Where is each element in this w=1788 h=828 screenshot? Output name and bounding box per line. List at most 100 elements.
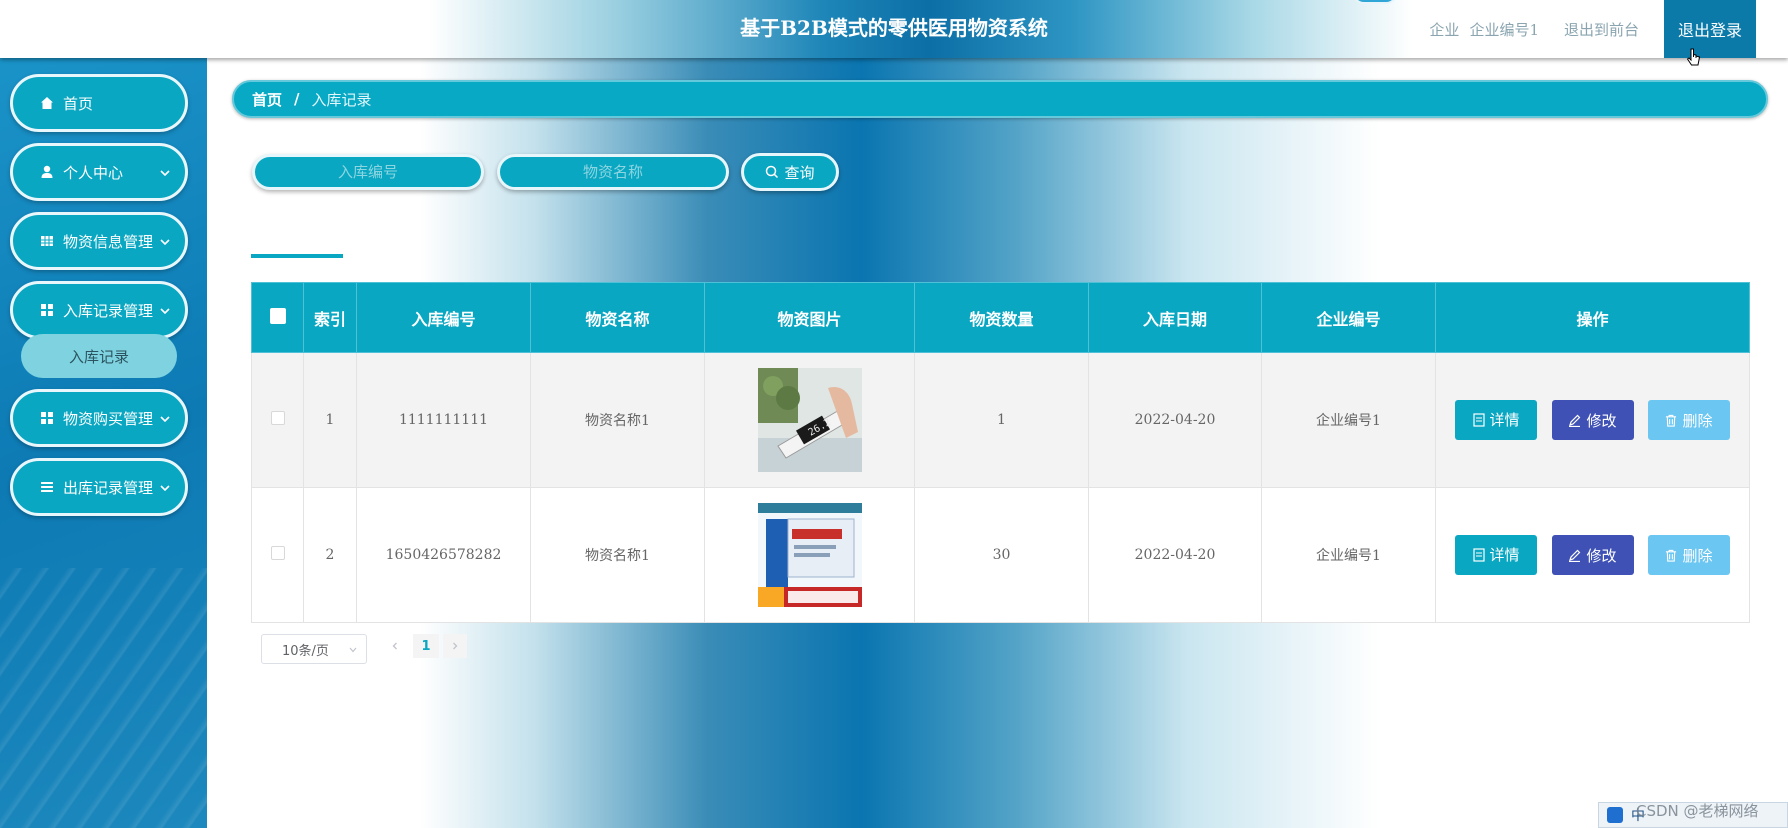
apps-icon <box>39 302 55 318</box>
cell-company: 企业编号1 <box>1261 352 1436 488</box>
user-icon <box>39 164 55 180</box>
column-header-company: 企业编号 <box>1261 282 1436 353</box>
cell-code: 1650426578282 <box>356 487 531 623</box>
sidebar-item-label: 个人中心 <box>63 163 124 182</box>
cell-quantity: 1 <box>914 352 1089 488</box>
row-checkbox[interactable] <box>270 411 285 425</box>
trash-icon <box>273 233 285 247</box>
sidebar-item-label: 入库记录管理 <box>63 301 154 320</box>
user-name: 企业编号1 <box>1469 20 1539 39</box>
cell-quantity: 30 <box>914 487 1089 623</box>
breadcrumb-current: 入库记录 <box>311 90 372 109</box>
column-header-quantity: 物资数量 <box>914 282 1089 353</box>
cell-actions: 详情 修改 删除 <box>1435 352 1750 488</box>
sidebar-item-purchase-management[interactable]: 物资购买管理 <box>10 389 188 447</box>
prev-page-button[interactable] <box>383 634 407 658</box>
detail-button-label: 详情 <box>1489 546 1520 565</box>
column-header-actions: 操作 <box>1435 282 1750 353</box>
cell-index: 1 <box>303 352 357 488</box>
document-icon <box>1472 548 1485 562</box>
watermark: CSDN @老梯网络 <box>1636 802 1759 820</box>
top-header: 基于B2B模式的零供医用物资系统 企业 企业编号1 退出到前台 退出登录 <box>0 0 1788 58</box>
sidebar-item-profile[interactable]: 个人中心 <box>10 143 188 201</box>
sidebar-item-home[interactable]: 首页 <box>10 74 188 132</box>
home-icon <box>39 95 55 111</box>
mouse-cursor-icon <box>1687 48 1701 66</box>
table-header-row: 索引 入库编号 物资名称 物资图片 物资数量 入库日期 企业编号 操作 <box>251 282 1750 353</box>
chevron-right-icon <box>453 642 458 650</box>
page-number-1[interactable]: 1 <box>413 634 439 658</box>
query-button[interactable]: 查询 <box>741 153 839 191</box>
page-size-value: 10条/页 <box>282 643 329 659</box>
row-checkbox[interactable] <box>270 546 285 560</box>
chevron-down-icon <box>349 647 357 653</box>
submenu-item-inbound-records[interactable]: 入库记录 <box>21 334 177 378</box>
table-row: 1 1111111111 物资名称1 26.2 1 2022-04-20 企业编… <box>251 352 1750 488</box>
tab-underline <box>251 254 343 258</box>
detail-button-label: 详情 <box>1489 411 1520 430</box>
select-all-checkbox[interactable] <box>269 307 286 324</box>
list-icon <box>39 479 55 495</box>
column-header-code: 入库编号 <box>356 282 531 353</box>
cell-date: 2022-04-20 <box>1088 352 1262 488</box>
next-page-button[interactable] <box>443 634 467 658</box>
sidebar-item-material-info[interactable]: 物资信息管理 <box>10 212 188 270</box>
row-select-cell <box>251 487 304 623</box>
chevron-down-icon <box>160 416 170 423</box>
sidebar-decoration <box>0 568 207 828</box>
row-select-cell <box>251 352 304 488</box>
edit-button[interactable]: 修改 <box>1551 535 1634 576</box>
batch-delete-button[interactable]: 删除 <box>251 222 343 258</box>
sidebar-item-label: 出库记录管理 <box>63 478 154 497</box>
select-all-cell <box>251 282 304 353</box>
search-icon <box>766 165 779 179</box>
chevron-down-icon <box>160 485 170 492</box>
pencil-icon <box>1569 549 1581 562</box>
edit-button-label: 修改 <box>1586 411 1617 430</box>
query-button-label: 查询 <box>784 163 815 182</box>
sidebar-item-label: 首页 <box>63 94 94 113</box>
column-header-image: 物资图片 <box>704 282 915 353</box>
cell-image: 26.2 <box>704 352 915 488</box>
header-actions: 企业 企业编号1 退出到前台 退出登录 <box>1429 0 1788 58</box>
detail-button[interactable]: 详情 <box>1455 399 1538 440</box>
column-header-date: 入库日期 <box>1088 282 1262 353</box>
inbound-code-input[interactable] <box>252 154 484 190</box>
cell-name: 物资名称1 <box>530 352 705 488</box>
chevron-left-icon <box>392 642 397 650</box>
breadcrumb: 首页 / 入库记录 <box>232 80 1768 118</box>
breadcrumb-home[interactable]: 首页 <box>252 89 282 110</box>
sidebar-item-outbound-management[interactable]: 出库记录管理 <box>10 458 188 516</box>
sidebar-item-label: 物资购买管理 <box>63 409 154 428</box>
trash-icon <box>1666 549 1677 562</box>
inbound-records-table: 索引 入库编号 物资名称 物资图片 物资数量 入库日期 企业编号 操作 1 11… <box>251 282 1750 623</box>
edit-button[interactable]: 修改 <box>1551 400 1634 441</box>
table-row: 2 1650426578282 物资名称1 30 2022-04-20 企业编号… <box>251 487 1750 623</box>
document-icon <box>1472 413 1485 427</box>
sidebar-item-inbound-management[interactable]: 入库记录管理 <box>10 281 188 339</box>
chevron-down-icon <box>160 170 170 177</box>
apps-icon <box>39 410 55 426</box>
grid-icon <box>39 233 55 249</box>
cell-code: 1111111111 <box>356 352 531 488</box>
sidebar-item-label: 物资信息管理 <box>63 232 154 251</box>
cell-date: 2022-04-20 <box>1088 487 1262 623</box>
delete-button[interactable]: 删除 <box>1647 400 1730 441</box>
batch-delete-label: 删除 <box>290 231 321 250</box>
ime-logo-icon <box>1607 807 1623 823</box>
avatar-badge <box>1352 0 1398 4</box>
column-header-name: 物资名称 <box>530 282 705 353</box>
medicine-box-image <box>757 503 862 607</box>
breadcrumb-separator: / <box>294 90 300 108</box>
delete-button-label: 删除 <box>1682 411 1713 430</box>
page-size-select[interactable]: 10条/页 <box>261 634 367 664</box>
back-to-front-link[interactable]: 退出到前台 <box>1564 19 1639 40</box>
logout-button[interactable]: 退出登录 <box>1664 0 1756 58</box>
delete-button[interactable]: 删除 <box>1647 535 1730 576</box>
chevron-down-icon <box>160 308 170 315</box>
pencil-icon <box>1569 414 1581 427</box>
trash-icon <box>1666 414 1677 427</box>
detail-button[interactable]: 详情 <box>1455 534 1538 575</box>
cell-name: 物资名称1 <box>530 487 705 623</box>
material-name-input[interactable] <box>497 154 729 190</box>
